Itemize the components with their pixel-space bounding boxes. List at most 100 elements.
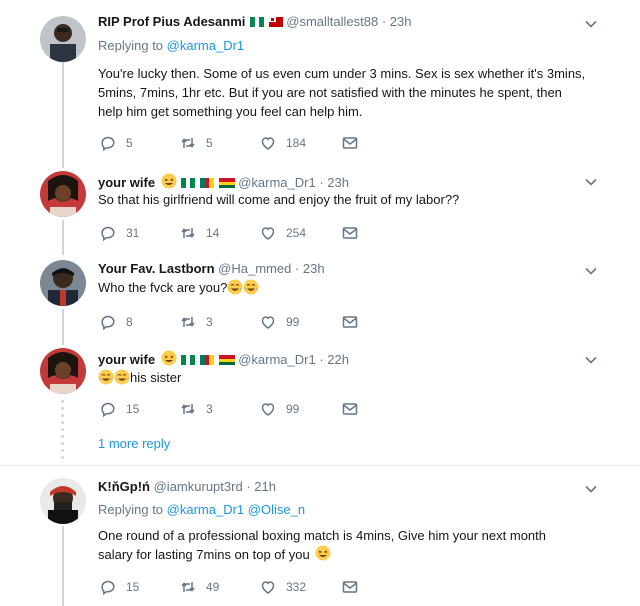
grinning-squinting-face-icon [315,545,331,566]
like-button[interactable]: 99 [260,400,299,418]
chevron-down-icon[interactable] [584,17,598,31]
retweet-count: 5 [206,136,213,150]
mention-link[interactable]: @karma_Dr1 [167,38,245,53]
reply-count: 8 [126,315,133,329]
retweet-button[interactable]: 14 [180,224,219,242]
timestamp[interactable]: · 22h [319,352,349,367]
replying-to: Replying to @karma_Dr1 @Olise_n [98,502,306,517]
replying-to: Replying to @karma_Dr1 [98,38,245,53]
dm-button[interactable] [342,578,368,596]
display-name[interactable]: Your Fav. Lastborn [98,261,215,276]
thread-line [62,62,64,168]
handle[interactable]: @karma_Dr1 [238,175,316,190]
envelope-icon [342,581,358,593]
like-count: 332 [286,580,307,594]
nigeria-flag-icon [181,178,196,188]
display-name[interactable]: your wife [98,175,155,190]
reply-icon [101,315,115,330]
display-name[interactable]: K!ňGp!ń [98,479,150,494]
cameroon-flag-icon [199,178,214,188]
dm-button[interactable] [342,400,368,418]
nigeria-flag-icon [181,355,196,365]
handle[interactable]: @iamkurupt3rd [154,479,243,494]
tears-of-joy-icon [243,279,259,295]
like-button[interactable]: 99 [260,313,299,331]
reply-button[interactable]: 8 [100,313,133,331]
display-name[interactable]: your wife [98,352,155,367]
retweet-icon [181,317,195,327]
handle[interactable]: @smalltallest88 [286,14,378,29]
retweet-count: 3 [206,315,213,329]
like-count: 254 [286,226,307,240]
heart-icon [261,227,275,240]
display-name[interactable]: RIP Prof Pius Adesanmi [98,14,245,29]
like-count: 99 [286,402,300,416]
chevron-down-icon[interactable] [584,353,598,367]
retweet-count: 49 [206,580,220,594]
reply-count: 5 [126,136,133,150]
timestamp[interactable]: · 23h [382,14,412,29]
retweet-button[interactable]: 49 [180,578,219,596]
tears-of-joy-icon [114,369,130,385]
tweet-text: Who the fvck are you? [98,278,588,297]
dm-button[interactable] [342,134,368,152]
chevron-down-icon[interactable] [584,175,598,189]
tweet-text: You're lucky then. Some of us even cum u… [98,66,586,119]
dm-button[interactable] [342,224,368,242]
chevron-down-icon[interactable] [584,264,598,278]
divider [0,465,640,466]
retweet-button[interactable]: 3 [180,313,213,331]
reply-count: 31 [126,226,140,240]
mention-link[interactable]: @karma_Dr1 @Olise_n [167,502,305,517]
reply-button[interactable]: 31 [100,224,139,242]
envelope-icon [342,316,358,328]
timestamp[interactable]: · 21h [246,479,276,494]
reply-button[interactable]: 15 [100,400,139,418]
reply-button[interactable]: 5 [100,134,133,152]
handle[interactable]: @Ha_mmed [218,261,291,276]
dm-button[interactable] [342,313,368,331]
like-count: 99 [286,315,300,329]
tweet-text: One round of a professional boxing match… [98,526,568,566]
ghana-flag-icon [218,355,235,365]
reply-button[interactable]: 15 [100,578,139,596]
nigeria-flag-icon [250,17,264,27]
retweet-button[interactable]: 3 [180,400,213,418]
handle[interactable]: @karma_Dr1 [238,352,316,367]
envelope-icon [342,403,358,415]
like-count: 184 [286,136,307,150]
reply-count: 15 [126,580,140,594]
like-button[interactable]: 332 [260,578,306,596]
avatar[interactable] [40,16,86,62]
tweet-text: So that his girlfriend will come and enj… [98,192,460,207]
avatar[interactable] [40,171,86,217]
tweet-header: your wife @karma_Dr1 · 22h [98,350,349,369]
more-replies-link[interactable]: 1 more reply [98,436,170,451]
envelope-icon [342,137,358,149]
thread-line [62,526,64,606]
tonga-flag-icon [268,17,283,27]
retweet-count: 3 [206,402,213,416]
tweet-text: his sister [98,368,588,387]
tears-of-joy-icon [98,369,114,385]
chevron-down-icon[interactable] [584,482,598,496]
retweet-icon [181,228,195,238]
timestamp[interactable]: · 23h [319,175,349,190]
thread-line [62,220,64,255]
avatar[interactable] [40,260,86,306]
timestamp[interactable]: · 23h [295,261,325,276]
heart-icon [261,403,275,416]
tears-of-joy-icon [227,279,243,295]
heart-icon [261,581,275,594]
reply-count: 15 [126,402,140,416]
avatar[interactable] [40,478,86,524]
thread-dots [61,400,65,463]
retweet-icon [181,404,195,414]
reply-icon [101,136,115,151]
retweet-button[interactable]: 5 [180,134,213,152]
like-button[interactable]: 254 [260,224,306,242]
like-button[interactable]: 184 [260,134,306,152]
tweet-header: Your Fav. Lastborn @Ha_mmed · 23h [98,261,325,276]
avatar[interactable] [40,348,86,394]
reply-icon [101,226,115,241]
